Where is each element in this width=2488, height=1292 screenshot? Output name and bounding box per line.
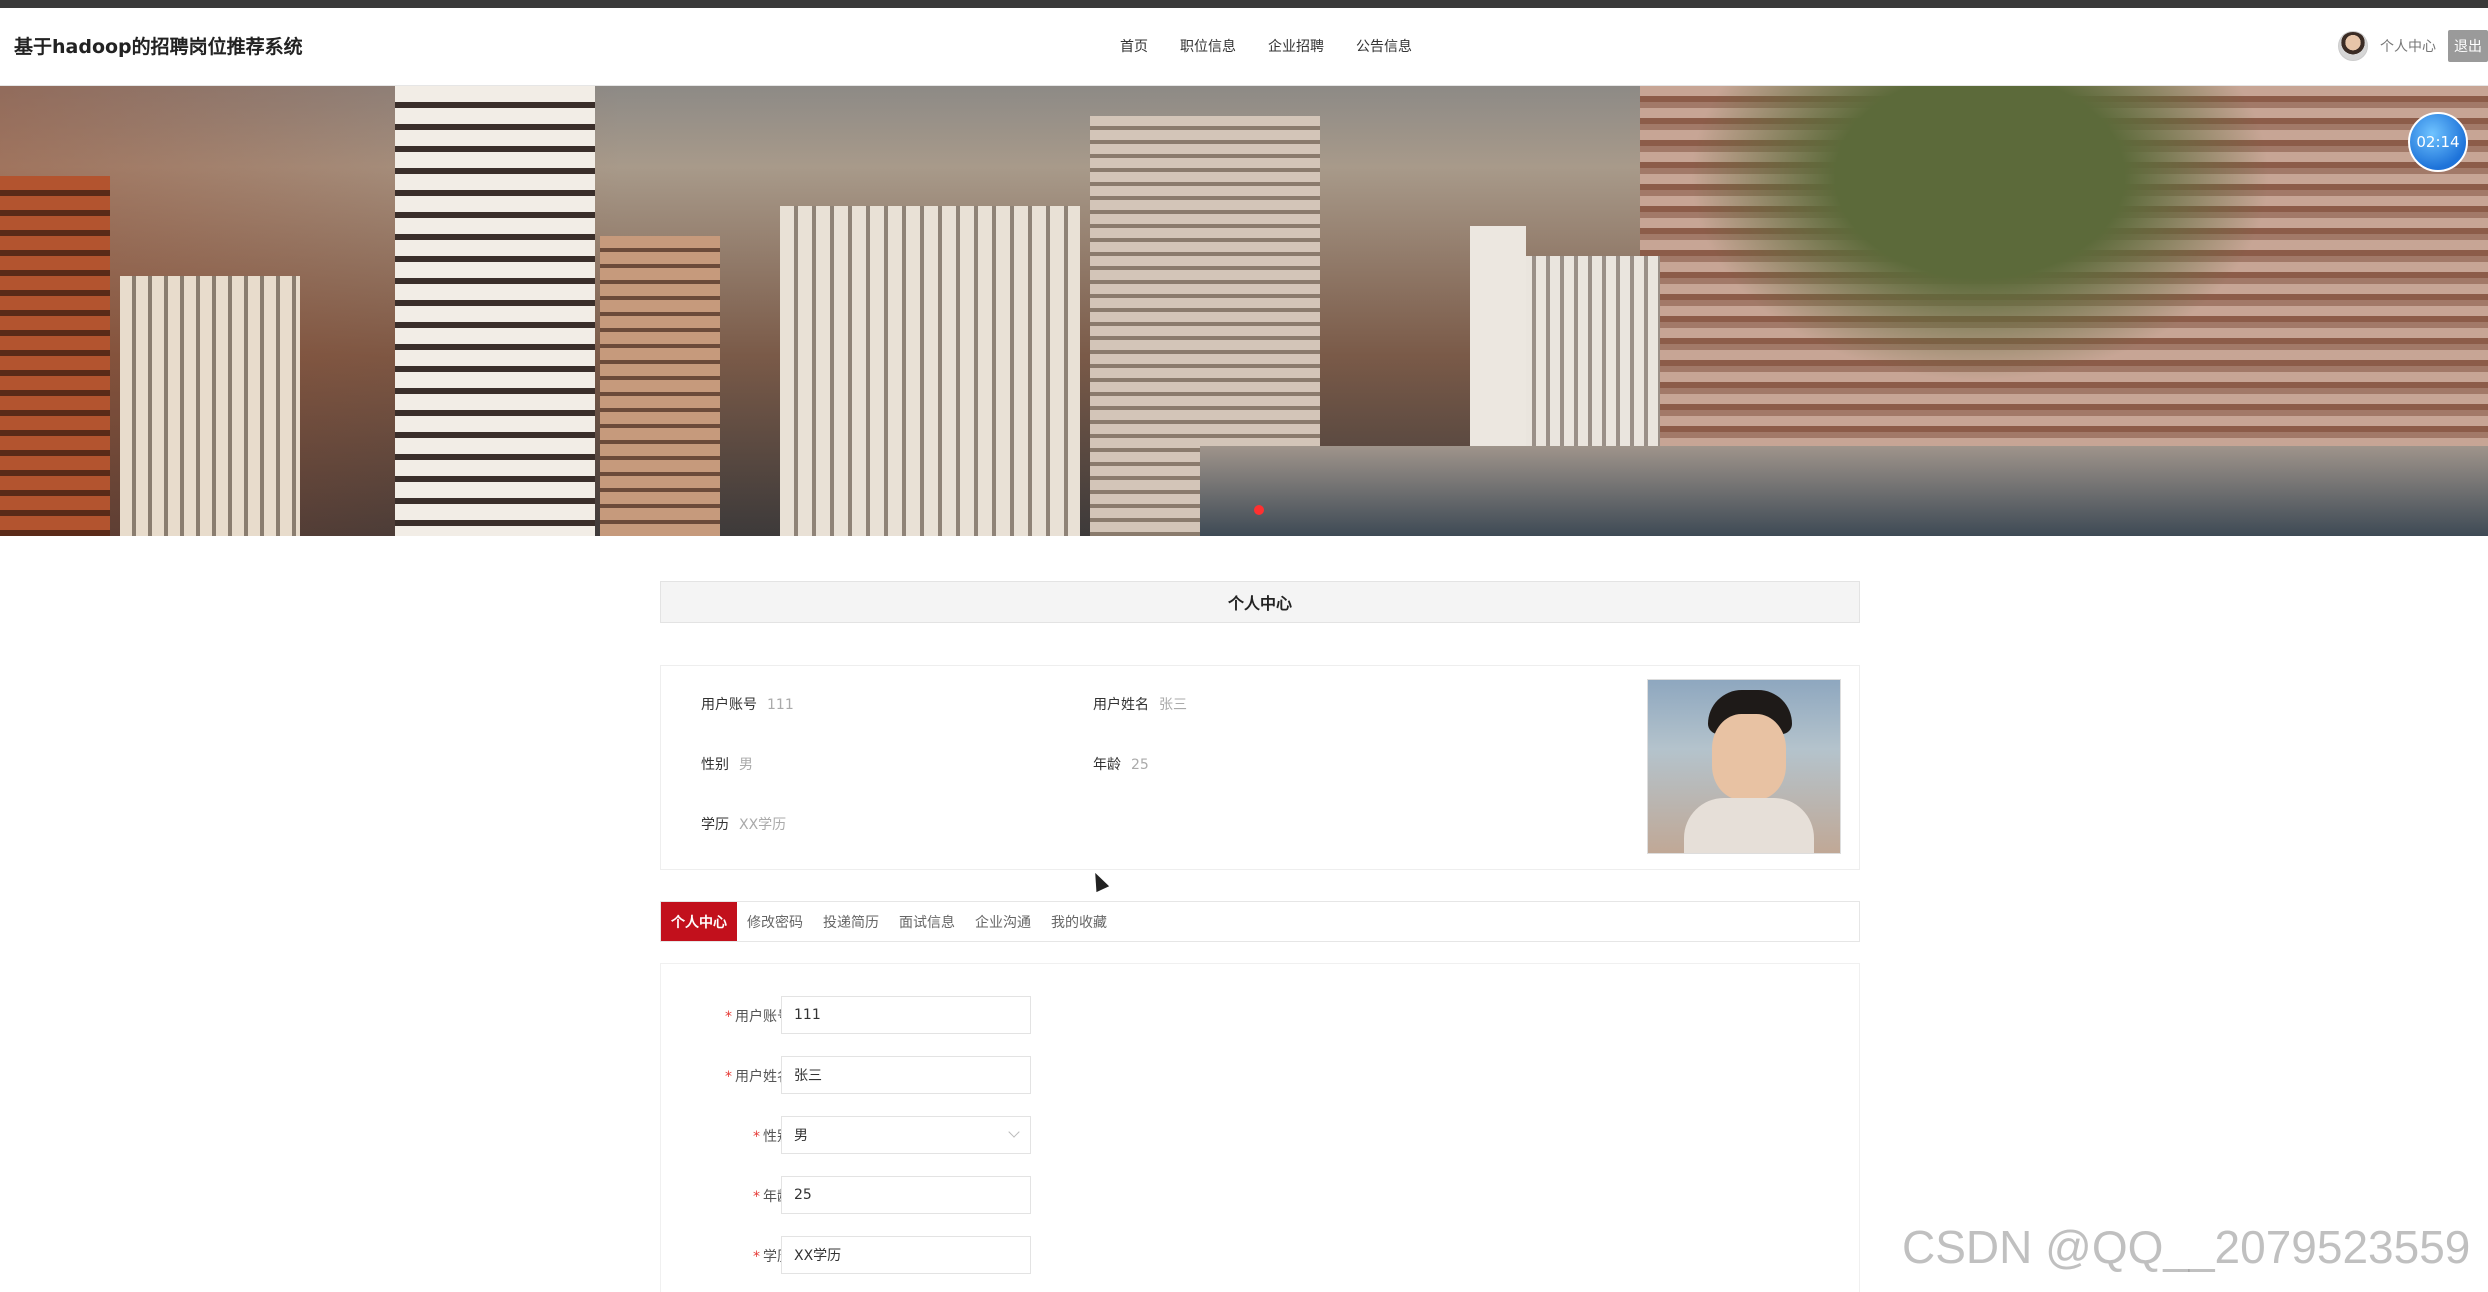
user-area: 个人中心 退出 bbox=[2338, 28, 2488, 64]
mouse-cursor-icon bbox=[1088, 869, 1110, 893]
watermark: CSDN @QQ__2079523559 bbox=[1902, 1221, 2471, 1273]
nav-item-announcements[interactable]: 公告信息 bbox=[1356, 36, 1412, 56]
profile-education: 学历 XX学历 bbox=[701, 814, 786, 834]
profile-account: 用户账号 111 bbox=[701, 694, 794, 714]
main-nav: 首页 职位信息 企业招聘 公告信息 bbox=[1120, 36, 1412, 56]
profile-age-label: 年龄 bbox=[1093, 757, 1121, 773]
nav-item-company-recruit[interactable]: 企业招聘 bbox=[1268, 36, 1324, 56]
form-row-age: * 年龄 25 bbox=[661, 1176, 1221, 1216]
gender-select-value: 男 bbox=[794, 1128, 808, 1144]
profile-account-label: 用户账号 bbox=[701, 697, 757, 713]
banner-building bbox=[0, 176, 110, 536]
form-row-education: * 学历 XX学历 bbox=[661, 1236, 1221, 1276]
profile-name: 用户姓名 张三 bbox=[1093, 694, 1187, 714]
banner-carousel: 02:14 bbox=[0, 86, 2488, 536]
profile-name-value: 张三 bbox=[1159, 697, 1187, 713]
banner-building bbox=[600, 236, 720, 536]
tab-change-password[interactable]: 修改密码 bbox=[737, 902, 813, 941]
profile-age-value: 25 bbox=[1131, 757, 1149, 773]
age-input[interactable]: 25 bbox=[781, 1176, 1031, 1214]
page-title: 个人中心 bbox=[1227, 594, 1292, 613]
timer-badge: 02:14 bbox=[2408, 112, 2468, 172]
profile-account-value: 111 bbox=[767, 697, 794, 713]
profile-name-label: 用户姓名 bbox=[1093, 697, 1149, 713]
banner-pier bbox=[1200, 446, 2488, 536]
nav-item-home[interactable]: 首页 bbox=[1120, 36, 1148, 56]
form-row-account: * 用户账号 111 bbox=[661, 996, 1221, 1036]
account-input[interactable]: 111 bbox=[781, 996, 1031, 1034]
form-row-gender: * 性别 男 bbox=[661, 1116, 1221, 1156]
profile-education-value: XX学历 bbox=[739, 817, 787, 833]
chevron-down-icon bbox=[1008, 1126, 1020, 1138]
logout-button[interactable]: 退出 bbox=[2448, 30, 2488, 62]
tab-my-favorites[interactable]: 我的收藏 bbox=[1041, 902, 1117, 941]
banner-building bbox=[120, 276, 300, 536]
profile-gender: 性别男 bbox=[701, 754, 753, 774]
avatar[interactable] bbox=[2338, 31, 2368, 61]
panel-title-bar: 个人中心 bbox=[660, 581, 1860, 623]
nav-item-jobs[interactable]: 职位信息 bbox=[1180, 36, 1236, 56]
banner-clock-tower bbox=[1470, 226, 1526, 476]
site-header: 基于hadoop的招聘岗位推荐系统 首页 职位信息 企业招聘 公告信息 个人中心… bbox=[0, 8, 2488, 86]
tab-interview-info[interactable]: 面试信息 bbox=[889, 902, 965, 941]
carousel-dot[interactable] bbox=[1254, 505, 1264, 515]
site-title: 基于hadoop的招聘岗位推荐系统 bbox=[14, 36, 303, 58]
user-center-link[interactable]: 个人中心 bbox=[2380, 36, 2436, 56]
banner-building bbox=[395, 86, 595, 536]
profile-age: 年龄 25 bbox=[1093, 754, 1149, 774]
tab-personal-center[interactable]: 个人中心 bbox=[661, 902, 737, 941]
education-input[interactable]: XX学历 bbox=[781, 1236, 1031, 1274]
tab-company-chat[interactable]: 企业沟通 bbox=[965, 902, 1041, 941]
banner-building bbox=[780, 206, 1080, 536]
profile-gender-label: 性别 bbox=[701, 757, 729, 773]
form-row-name: * 用户姓名 张三 bbox=[661, 1056, 1221, 1096]
photo-body bbox=[1684, 798, 1814, 853]
profile-education-label: 学历 bbox=[701, 817, 729, 833]
tab-submit-resume[interactable]: 投递简历 bbox=[813, 902, 889, 941]
photo-face bbox=[1712, 714, 1786, 800]
profile-tabs: 个人中心 修改密码 投递简历 面试信息 企业沟通 我的收藏 bbox=[660, 901, 1860, 942]
profile-photo bbox=[1647, 679, 1841, 854]
gender-select[interactable]: 男 bbox=[781, 1116, 1031, 1154]
name-input[interactable]: 张三 bbox=[781, 1056, 1031, 1094]
window-top-strip bbox=[0, 0, 2488, 8]
profile-info-card: 用户账号 111 用户姓名 张三 性别男 年龄 25 学历 XX学历 bbox=[660, 665, 1860, 870]
profile-form: * 用户账号 111 * 用户姓名 张三 * 性别 男 * 年龄 25 * 学历 XX学历 bbox=[660, 963, 1860, 1292]
profile-gender-value: 男 bbox=[739, 757, 753, 773]
